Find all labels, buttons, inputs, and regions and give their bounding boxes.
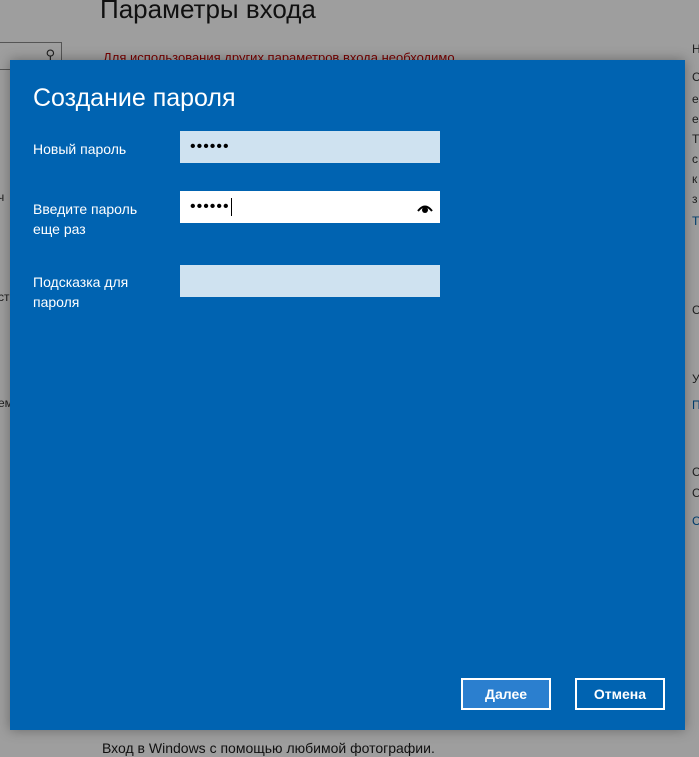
confirm-password-label: Введите пароль еще раз — [33, 201, 138, 237]
new-password-field[interactable]: •••••• — [180, 131, 440, 163]
cancel-button[interactable]: Отмена — [575, 678, 665, 710]
next-button[interactable]: Далее — [461, 678, 551, 710]
eye-icon[interactable] — [417, 201, 433, 217]
text-caret — [230, 198, 232, 216]
password-hint-label: Подсказка для пароля — [33, 274, 129, 310]
create-password-dialog: Создание пароля Новый пароль •••••• Введ… — [10, 60, 685, 730]
dialog-title: Создание пароля — [33, 84, 236, 112]
password-hint-field[interactable] — [180, 265, 440, 297]
new-password-value: •••••• — [190, 138, 230, 155]
new-password-label: Новый пароль — [33, 141, 127, 157]
confirm-password-field[interactable]: •••••• — [180, 191, 440, 223]
confirm-password-value: •••••• — [190, 198, 230, 215]
